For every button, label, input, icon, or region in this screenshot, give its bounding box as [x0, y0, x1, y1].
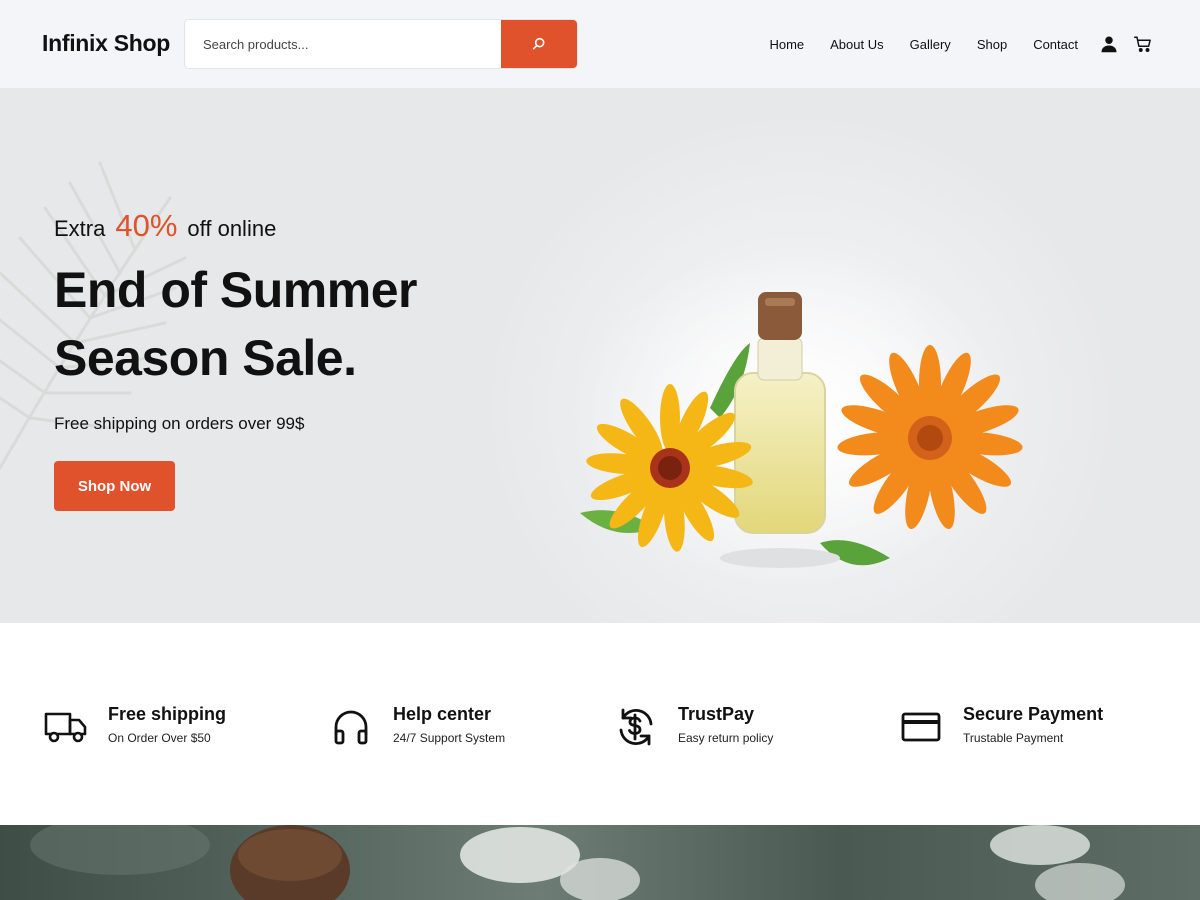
search-icon [532, 37, 545, 50]
search-input[interactable] [185, 20, 501, 68]
nav-home[interactable]: Home [769, 37, 804, 52]
truck-icon [44, 705, 88, 749]
promo-percent: 40% [115, 208, 178, 243]
hero-subtitle: Free shipping on orders over 99$ [54, 414, 305, 433]
main-nav: Home About Us Gallery Shop Contact [743, 0, 1152, 88]
hero-title: End of Summer Season Sale. [54, 262, 417, 386]
cart-icon [1134, 36, 1151, 52]
site-header: Infinix Shop Home About Us Gallery Shop … [0, 0, 1200, 88]
cart-button[interactable] [1134, 35, 1152, 53]
site-logo[interactable]: Infinix Shop [42, 30, 170, 57]
feature-title: TrustPay [678, 704, 755, 724]
banner-image [30, 825, 1125, 900]
account-button[interactable] [1100, 35, 1118, 53]
feature-help-center: Help center 24/7 Support System [329, 703, 505, 749]
promo-suffix: off online [187, 216, 277, 241]
feature-title: Secure Payment [963, 704, 1104, 724]
feature-trustpay: TrustPay Easy return policy [614, 703, 773, 749]
headphones-icon [329, 705, 373, 749]
nav-contact[interactable]: Contact [1033, 37, 1078, 52]
dollar-refresh-icon [614, 705, 658, 749]
nav-about-us[interactable]: About Us [830, 37, 883, 52]
feature-title: Free shipping [108, 704, 227, 724]
secondary-banner [0, 825, 1200, 900]
feature-secure-payment: Secure Payment Trustable Payment [899, 703, 1103, 749]
hero-product-image [570, 258, 1023, 588]
nav-gallery[interactable]: Gallery [910, 37, 951, 52]
promo-prefix: Extra [54, 216, 106, 241]
promo-line: Extra 40% off online [54, 208, 276, 244]
feature-title: Help center [393, 704, 492, 724]
credit-card-icon [899, 705, 943, 749]
feature-subtitle: Trustable Payment [963, 731, 1064, 745]
search-button[interactable] [501, 20, 577, 68]
feature-subtitle: 24/7 Support System [393, 731, 506, 745]
features-strip: Free shipping On Order Over $50 Help cen… [0, 623, 1200, 825]
search-form [184, 19, 578, 69]
hero-banner: Extra 40% off online End of Summer Seaso… [0, 88, 1200, 623]
feature-subtitle: On Order Over $50 [108, 731, 211, 745]
feature-subtitle: Easy return policy [678, 731, 774, 745]
shop-now-button[interactable]: Shop Now [54, 461, 175, 511]
nav-shop[interactable]: Shop [977, 37, 1007, 52]
user-icon [1101, 36, 1117, 53]
feature-free-shipping: Free shipping On Order Over $50 [44, 703, 226, 749]
